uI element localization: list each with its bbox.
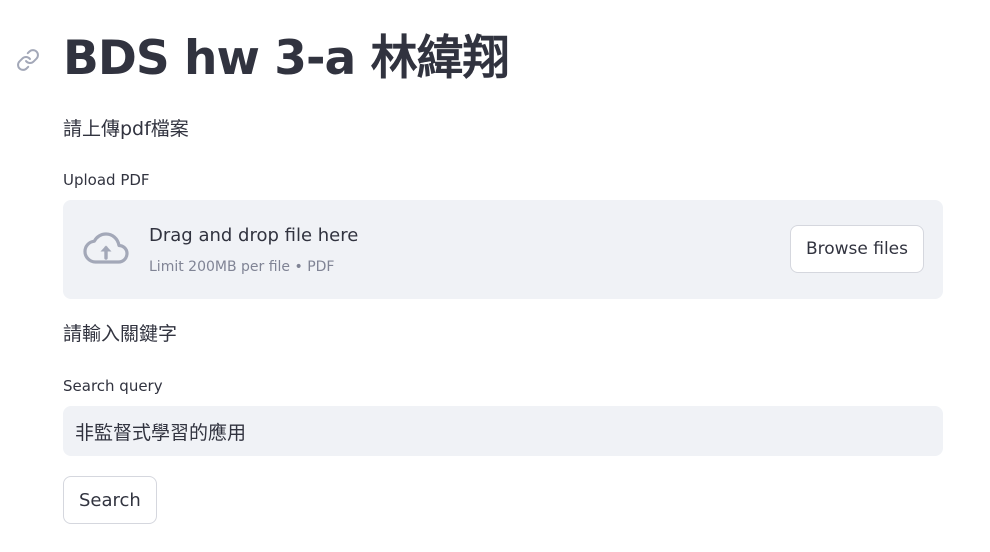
page-title: BDS hw 3-a 林緯翔 bbox=[63, 31, 510, 86]
search-button[interactable]: Search bbox=[63, 476, 157, 524]
upload-caption: 請上傳pdf檔案 bbox=[63, 118, 189, 140]
file-dropzone[interactable]: Drag and drop file here Limit 200MB per … bbox=[63, 200, 943, 299]
dropzone-limit-text: Limit 200MB per file • PDF bbox=[149, 259, 335, 275]
cloud-upload-icon bbox=[82, 231, 130, 267]
app-page: BDS hw 3-a 林緯翔 請上傳pdf檔案 Upload PDF Drag … bbox=[0, 0, 990, 552]
dropzone-title: Drag and drop file here bbox=[149, 225, 359, 246]
link-icon[interactable] bbox=[16, 48, 40, 72]
search-caption: 請輸入關鍵字 bbox=[63, 323, 178, 345]
search-query-label: Search query bbox=[63, 377, 163, 395]
upload-label: Upload PDF bbox=[63, 171, 150, 189]
search-query-input[interactable] bbox=[63, 406, 943, 456]
browse-files-button[interactable]: Browse files bbox=[789, 225, 924, 273]
